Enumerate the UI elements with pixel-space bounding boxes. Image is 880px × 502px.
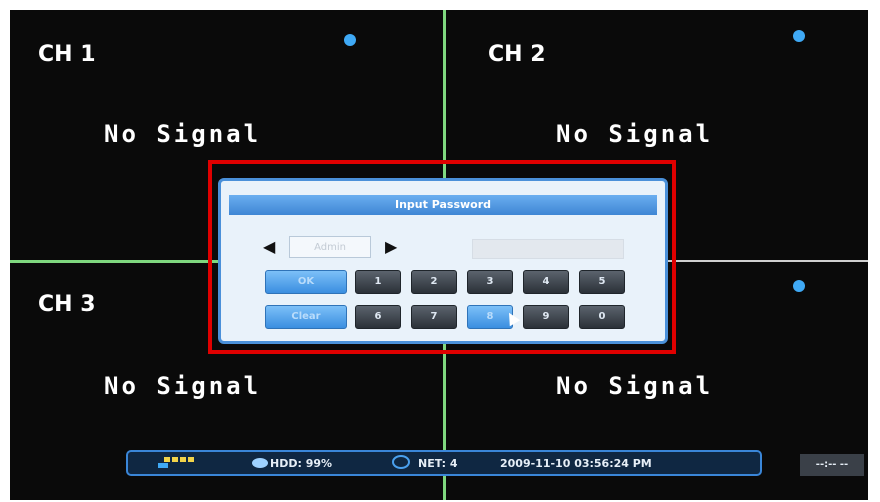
channel-4-no-signal: No Signal	[556, 372, 714, 400]
channel-3-no-signal: No Signal	[104, 372, 262, 400]
channel-status-icon	[188, 457, 194, 462]
net-status: NET: 4	[418, 457, 458, 470]
arrow-left-icon[interactable]: ◀	[263, 237, 275, 256]
key-2-button[interactable]: 2	[411, 270, 457, 294]
record-indicator-icon	[158, 463, 168, 468]
channel-1-label: CH 1	[38, 42, 96, 67]
channel-1-no-signal: No Signal	[104, 120, 262, 148]
datetime: 2009-11-10 03:56:24 PM	[500, 457, 652, 470]
dialog-title: Input Password	[229, 195, 657, 215]
ok-button[interactable]: OK	[265, 270, 347, 294]
key-6-button[interactable]: 6	[355, 305, 401, 329]
key-5-button[interactable]: 5	[579, 270, 625, 294]
clear-button[interactable]: Clear	[265, 305, 347, 329]
status-bar: HDD: 99% NET: 4 2009-11-10 03:56:24 PM	[126, 450, 762, 476]
key-9-button[interactable]: 9	[523, 305, 569, 329]
user-select[interactable]: Admin	[289, 236, 371, 258]
password-dialog: Input Password ◀ Admin ▶ OK 1 2 3 4 5 Cl…	[218, 178, 668, 344]
channel-3-label: CH 3	[38, 292, 96, 317]
network-icon	[392, 455, 410, 469]
channel-status-icon	[180, 457, 186, 462]
clock-display: --:-- --	[800, 454, 864, 476]
channel-2-indicator-icon	[793, 30, 805, 42]
key-4-button[interactable]: 4	[523, 270, 569, 294]
key-0-button[interactable]: 0	[579, 305, 625, 329]
password-field[interactable]	[472, 239, 624, 259]
channel-status-icon	[164, 457, 170, 462]
hdd-icon	[252, 458, 268, 468]
channel-2-no-signal: No Signal	[556, 120, 714, 148]
channel-1-indicator-icon	[344, 34, 356, 46]
key-1-button[interactable]: 1	[355, 270, 401, 294]
channel-status-icon	[172, 457, 178, 462]
key-3-button[interactable]: 3	[467, 270, 513, 294]
hdd-status: HDD: 99%	[270, 457, 333, 470]
channel-4-indicator-icon	[793, 280, 805, 292]
arrow-right-icon[interactable]: ▶	[385, 237, 397, 256]
channel-2-label: CH 2	[488, 42, 546, 67]
key-7-button[interactable]: 7	[411, 305, 457, 329]
